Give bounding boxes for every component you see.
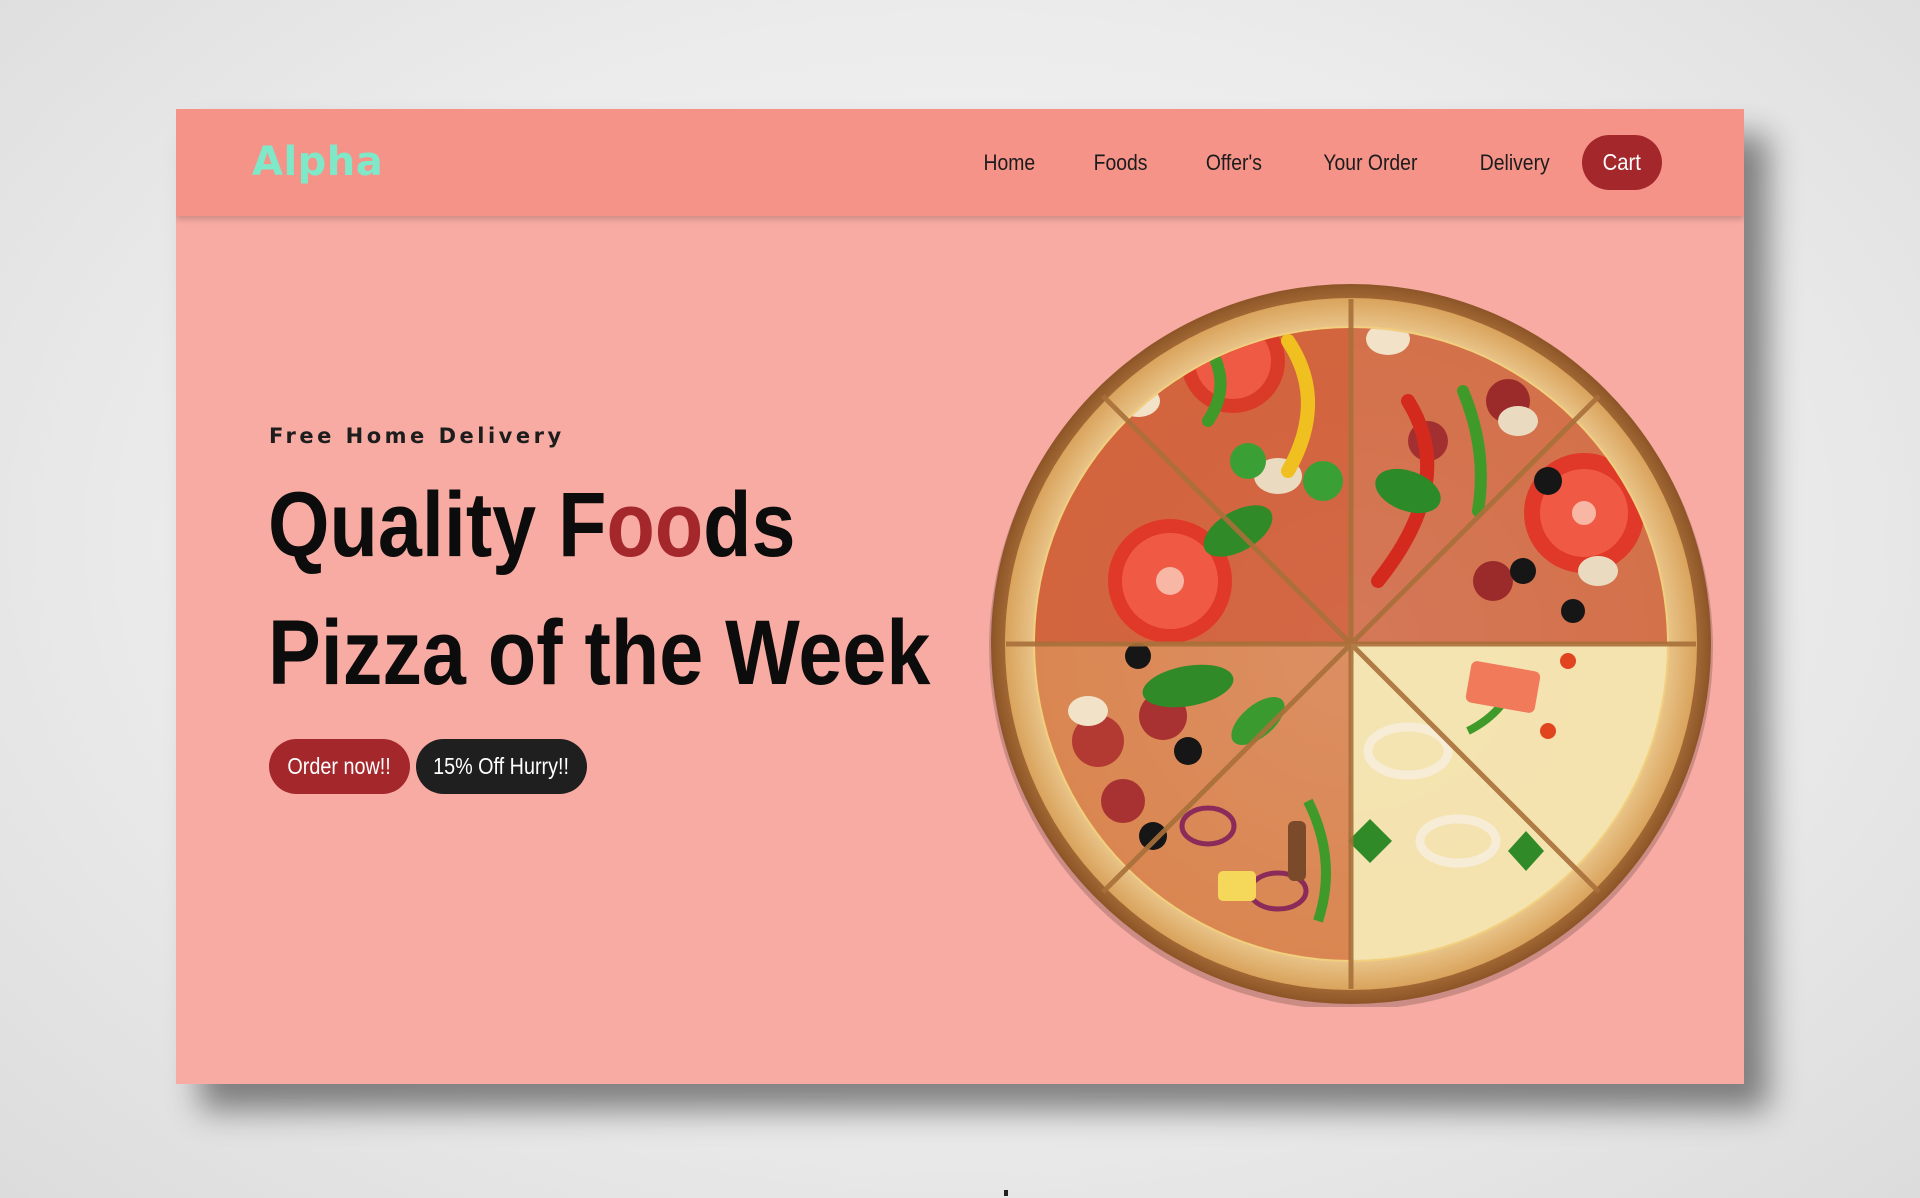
- cart-button[interactable]: Cart: [1582, 135, 1662, 190]
- nav-link-foods[interactable]: Foods: [1094, 150, 1148, 176]
- nav-links: Home Foods Offer's Your Order Delivery C…: [980, 135, 1662, 190]
- nav-link-home[interactable]: Home: [984, 150, 1036, 176]
- pizza-image: [988, 281, 1714, 1007]
- hero-title-line1-end: ds: [703, 474, 796, 576]
- order-now-label: Order now!!: [287, 753, 392, 779]
- offer-button-label: 15% Off Hurry!!: [433, 753, 570, 779]
- hero-title-line1: Quality Foods: [268, 479, 796, 571]
- slice-cuts: [1006, 299, 1696, 989]
- navbar: Alpha Home Foods Offer's Your Order Deli…: [176, 109, 1744, 216]
- hero-title-accent: oo: [606, 474, 704, 576]
- mouse-cursor: [1004, 1190, 1008, 1196]
- order-now-button[interactable]: Order now!!: [269, 739, 410, 794]
- pizza-illustration: [989, 284, 1713, 1007]
- website-frame: Alpha Home Foods Offer's Your Order Deli…: [176, 109, 1744, 1084]
- hero-title-line1-start: Quality F: [268, 474, 607, 576]
- hero-buttons: Order now!! 15% Off Hurry!!: [269, 739, 587, 794]
- cart-button-label: Cart: [1602, 149, 1642, 175]
- nav-link-offers[interactable]: Offer's: [1206, 150, 1262, 176]
- nav-link-delivery[interactable]: Delivery: [1479, 150, 1549, 176]
- hero-subtitle: Free Home Delivery: [269, 424, 565, 448]
- offer-button[interactable]: 15% Off Hurry!!: [416, 739, 587, 794]
- logo[interactable]: Alpha: [252, 139, 383, 185]
- nav-link-your-order[interactable]: Your Order: [1323, 150, 1417, 176]
- hero-title-line2: Pizza of the Week: [268, 602, 931, 704]
